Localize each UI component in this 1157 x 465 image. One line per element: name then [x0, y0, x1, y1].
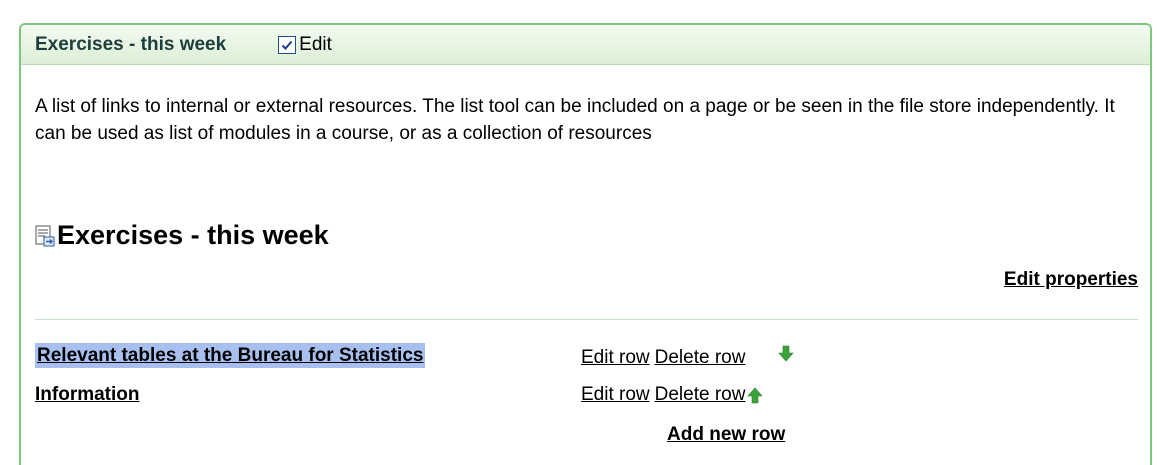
list-heading: Exercises - this week	[35, 220, 329, 251]
edit-label: Edit	[299, 33, 332, 55]
panel-titlebar: Exercises - this week Edit	[21, 25, 1150, 65]
edit-checkbox[interactable]	[278, 35, 297, 54]
delete-row-link[interactable]: Delete row	[655, 347, 746, 369]
add-new-row-link[interactable]: Add new row	[667, 424, 785, 446]
arrow-down-icon[interactable]	[778, 345, 795, 363]
list-row-actions: Edit row Delete row	[581, 384, 764, 406]
delete-row-link[interactable]: Delete row	[655, 384, 746, 406]
list-row-title-link[interactable]: Relevant tables at the Bureau for Statis…	[35, 343, 426, 368]
list-description: A list of links to internal or external …	[35, 96, 1115, 144]
document-list-icon	[35, 225, 55, 246]
list-panel: Exercises - this week Edit A list of lin…	[19, 23, 1152, 465]
edit-checkbox-control[interactable]: Edit	[278, 34, 332, 56]
list-row-actions: Edit row Delete row	[581, 345, 795, 369]
arrow-up-icon[interactable]	[747, 386, 764, 404]
panel-title: Exercises - this week	[35, 33, 227, 55]
checkmark-icon	[281, 40, 293, 50]
list-row-title-link[interactable]: Information	[35, 384, 140, 405]
edit-row-link[interactable]: Edit row	[581, 347, 650, 369]
list-heading-text: Exercises - this week	[57, 220, 329, 250]
edit-properties-link[interactable]: Edit properties	[1004, 269, 1138, 291]
edit-row-link[interactable]: Edit row	[581, 384, 650, 406]
list-row: Relevant tables at the Bureau for Statis…	[35, 343, 426, 368]
list-row: Information	[35, 384, 140, 406]
divider	[35, 319, 1138, 320]
